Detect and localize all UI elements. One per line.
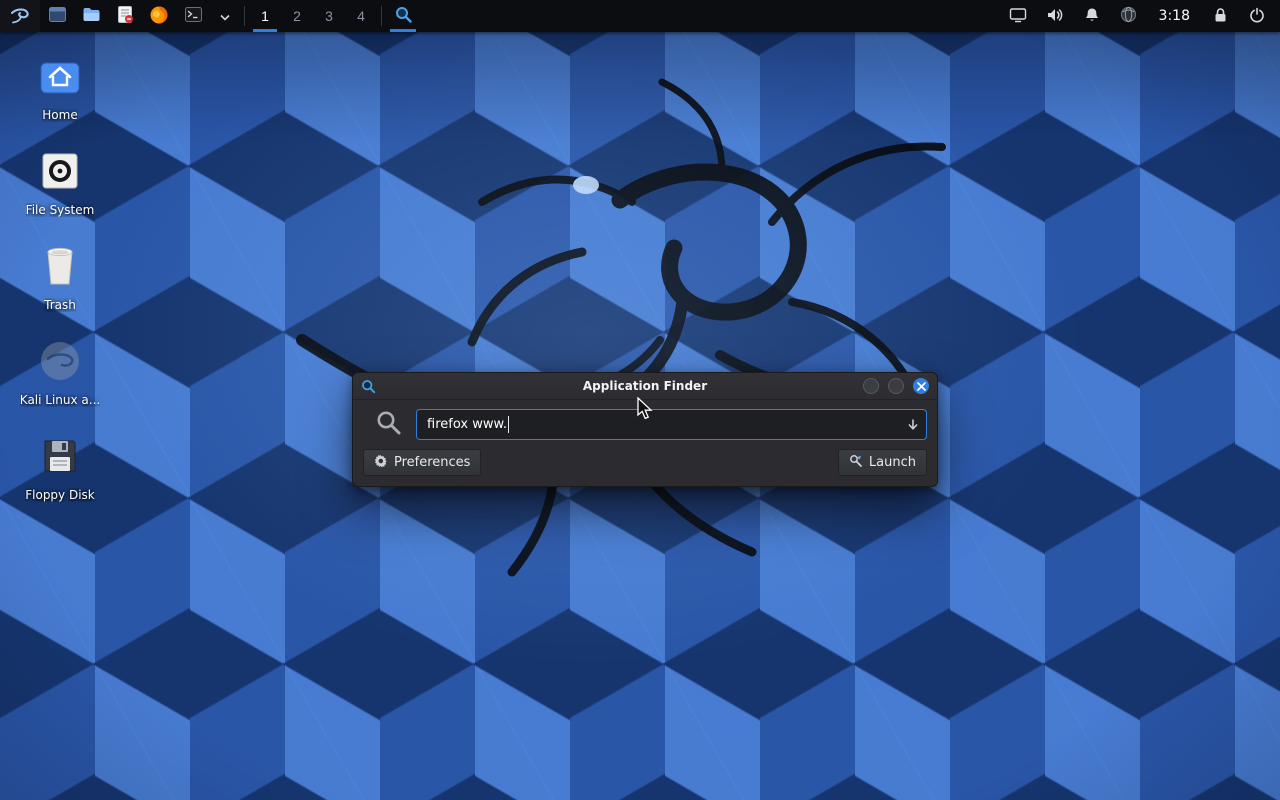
- terminal-dropdown-button[interactable]: [210, 0, 240, 32]
- firefox-launcher[interactable]: [142, 0, 176, 32]
- desktop-icon-file-system[interactable]: File System: [10, 147, 110, 217]
- desktop-icon-label: File System: [26, 203, 95, 217]
- launch-button-label: Launch: [869, 455, 916, 470]
- dialog-body: firefox www. Preferences: [353, 400, 937, 486]
- desktop-icon-trash[interactable]: Trash: [10, 242, 110, 312]
- minimize-button[interactable]: [863, 378, 879, 394]
- close-button[interactable]: [913, 378, 929, 394]
- search-row: firefox www.: [363, 409, 927, 440]
- workspace-1-button[interactable]: 1: [249, 0, 281, 32]
- desktop-icon-kali-docs[interactable]: Kali Linux a...: [10, 337, 110, 407]
- kali-dragon-art: [250, 50, 1030, 630]
- close-icon: [917, 382, 926, 391]
- terminal-launcher[interactable]: [176, 0, 210, 32]
- preferences-button-label: Preferences: [394, 455, 470, 470]
- network-icon: [1120, 6, 1137, 26]
- lock-icon: [1213, 7, 1228, 26]
- search-input-value: firefox www.: [427, 417, 507, 432]
- panel-clock[interactable]: 3:18: [1151, 8, 1198, 24]
- desktop-icon-label: Kali Linux a...: [20, 393, 100, 407]
- home-icon: [37, 52, 83, 100]
- workspace-3-button[interactable]: 3: [313, 0, 345, 32]
- panel-left-group: 1 2 3 4: [0, 0, 420, 32]
- firefox-icon: [149, 5, 169, 28]
- application-finder-window: Application Finder firefox www.: [352, 372, 938, 487]
- chevron-down-icon: [220, 9, 230, 24]
- maximize-button[interactable]: [888, 378, 904, 394]
- panel-right-group: 3:18: [1003, 0, 1280, 32]
- launch-button[interactable]: Launch: [838, 449, 927, 476]
- kali-docs-icon: [38, 337, 82, 385]
- filesystem-icon: [39, 147, 81, 195]
- file-manager-launcher[interactable]: [40, 0, 74, 32]
- window-search-icon: [361, 379, 376, 394]
- folder-launcher[interactable]: [74, 0, 108, 32]
- titlebar[interactable]: Application Finder: [353, 373, 937, 400]
- trash-icon: [40, 242, 80, 290]
- tasklist-application-finder[interactable]: [386, 0, 420, 32]
- display-icon: [1009, 7, 1027, 26]
- panel-separator: [381, 6, 382, 26]
- floppy-disk-icon: [39, 432, 81, 480]
- workspace-2-button[interactable]: 2: [281, 0, 313, 32]
- desktop-icon-label: Home: [42, 108, 77, 122]
- applications-menu-button[interactable]: [0, 0, 40, 32]
- search-icon: [375, 409, 402, 440]
- launch-icon: [849, 454, 863, 472]
- network-tray-button[interactable]: [1114, 0, 1144, 32]
- window-title: Application Finder: [353, 379, 937, 393]
- history-dropdown-icon[interactable]: [906, 410, 920, 439]
- volume-icon: [1046, 7, 1064, 26]
- desktop-icon-label: Trash: [44, 298, 76, 312]
- display-settings-tray-button[interactable]: [1003, 0, 1033, 32]
- top-panel: 1 2 3 4: [0, 0, 1280, 32]
- search-input[interactable]: firefox www.: [416, 409, 927, 440]
- kali-logo-icon: [9, 4, 31, 29]
- text-editor-launcher[interactable]: [108, 0, 142, 32]
- desktop-icon-column: Home File System Trash: [10, 52, 110, 502]
- preferences-button[interactable]: Preferences: [363, 449, 481, 476]
- panel-separator: [244, 6, 245, 26]
- screen-lock-tray-button[interactable]: [1205, 0, 1235, 32]
- folder-icon: [82, 5, 101, 27]
- text-editor-icon: [116, 5, 134, 27]
- desktop-icon-label: Floppy Disk: [25, 488, 95, 502]
- desktop-icon-home[interactable]: Home: [10, 52, 110, 122]
- gear-icon: [374, 454, 388, 472]
- window-controls: [863, 378, 929, 394]
- bell-icon: [1084, 7, 1100, 26]
- notifications-tray-button[interactable]: [1077, 0, 1107, 32]
- terminal-icon: [184, 5, 203, 27]
- application-finder-task-icon: [394, 5, 413, 27]
- workspace-4-button[interactable]: 4: [345, 0, 377, 32]
- volume-tray-button[interactable]: [1040, 0, 1070, 32]
- text-caret: [508, 416, 509, 433]
- file-manager-icon: [48, 5, 67, 27]
- logout-tray-button[interactable]: [1242, 0, 1272, 32]
- power-icon: [1249, 7, 1265, 26]
- desktop-icon-floppy-disk[interactable]: Floppy Disk: [10, 432, 110, 502]
- button-row: Preferences Launch: [363, 449, 927, 476]
